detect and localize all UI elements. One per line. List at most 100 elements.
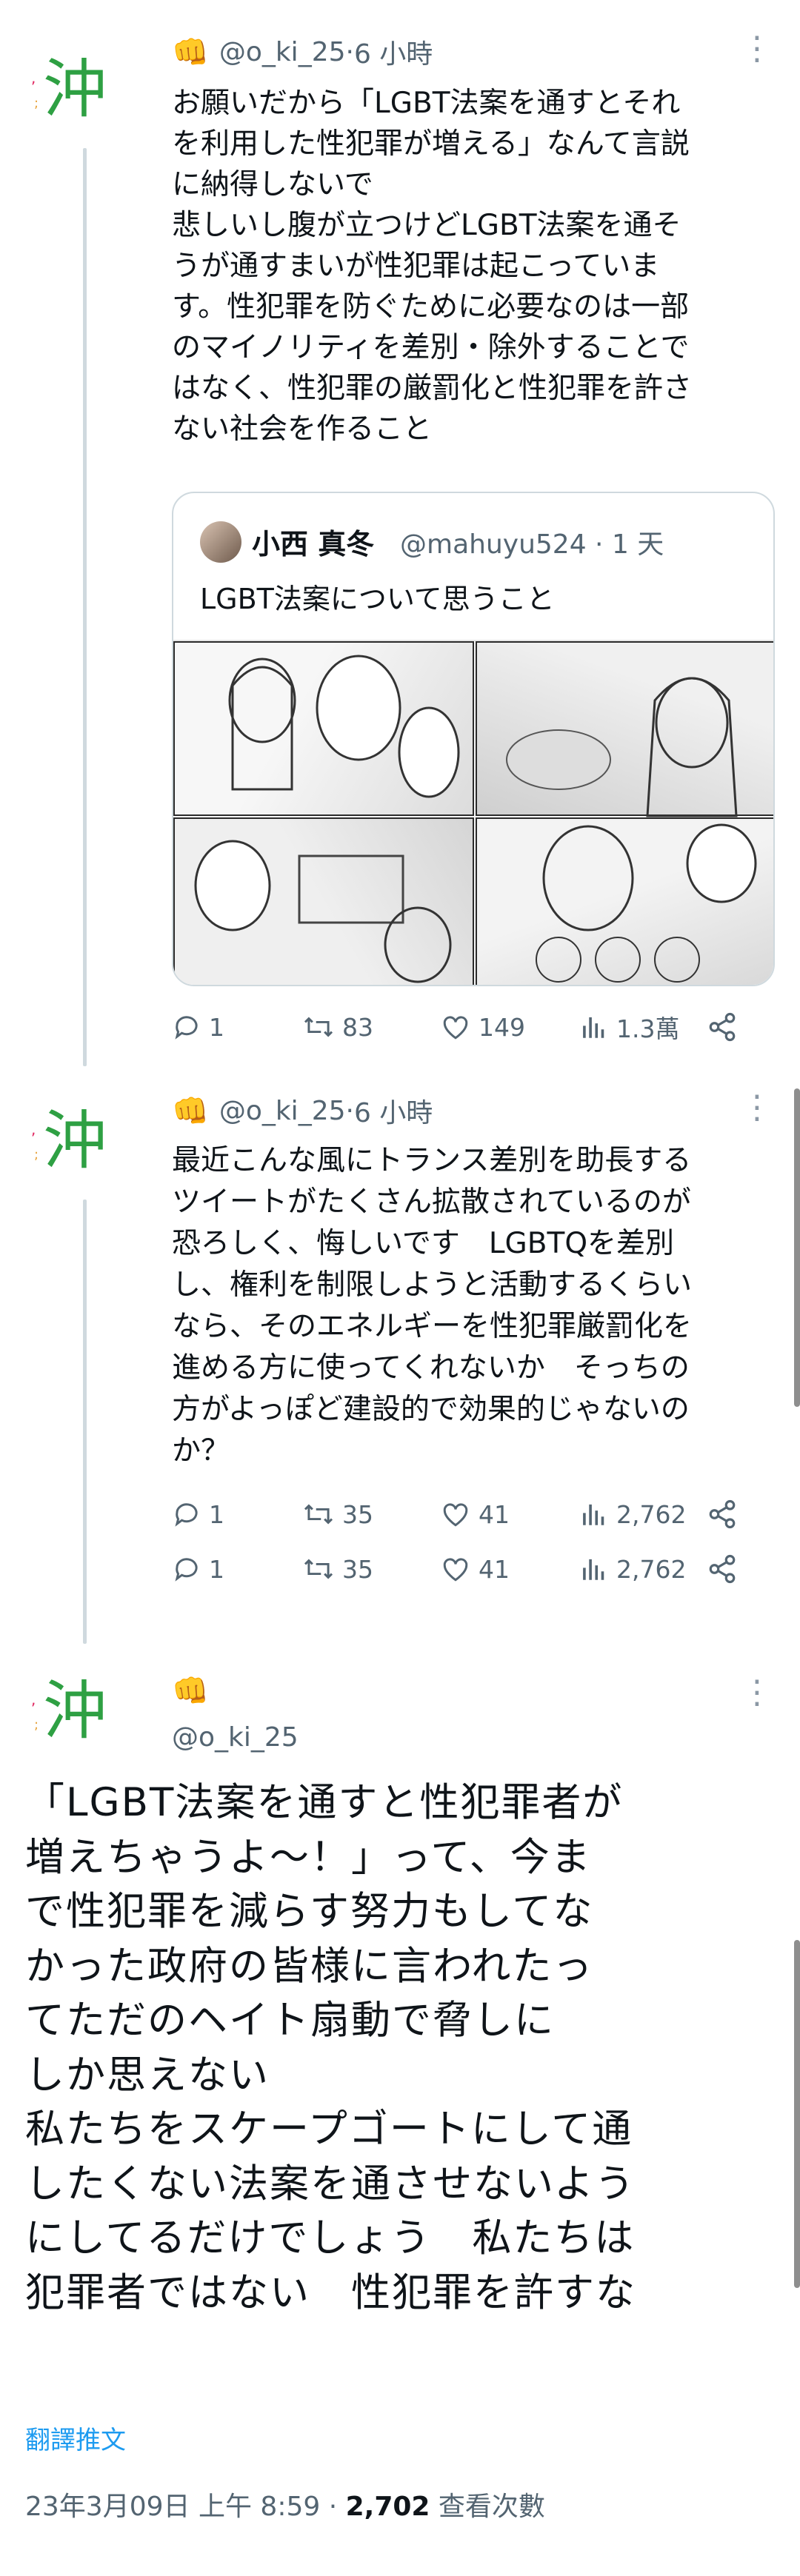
scrollbar[interactable]	[794, 1940, 800, 2288]
quoted-text: LGBT法案について思うこと	[200, 583, 555, 615]
retweet-icon	[304, 1017, 333, 1037]
tweet-text: お願いだから「LGBT法案を通すとそれ を利用した性犯罪が増える」なんて言説 に…	[172, 87, 693, 446]
tweet-1[interactable]: 沖 , ; 👊 @o_ki_25 · 6 小時 ⋮ お願いだから「LGBT法案を…	[0, 0, 800, 1066]
thread-line	[83, 148, 87, 1066]
tweet-header: 👊 @o_ki_25 · 6 小時	[172, 33, 433, 71]
manga-sketch	[194, 655, 757, 983]
svg-text:;: ;	[34, 1717, 39, 1733]
heart-icon	[443, 1558, 468, 1582]
tweet-2[interactable]: 沖 , ; 👊 @o_ki_25 · 6 小時 ⋮ 最近こんな風にトランス差別を…	[0, 1081, 800, 1644]
avatar-okinawa-icon: 沖 , ;	[31, 1674, 107, 1748]
reply-count: 1	[209, 1499, 224, 1529]
views-button[interactable]: 2,762	[579, 1500, 686, 1529]
share-icon	[709, 1554, 736, 1584]
thread-line	[83, 1200, 87, 1644]
more-options-icon[interactable]: ⋮	[741, 30, 775, 67]
separator: ·	[345, 36, 354, 67]
views-count: 2,702	[345, 2492, 430, 2522]
views-icon	[583, 1017, 604, 1038]
share-icon	[709, 1499, 736, 1529]
tweet-timestamp[interactable]: 23年3月09日 上午 8:59 ·	[25, 2492, 346, 2522]
heart-icon	[443, 1503, 468, 1527]
separator: ·	[345, 1095, 354, 1126]
reply-icon	[175, 1503, 198, 1527]
retweet-icon	[304, 1504, 333, 1525]
view-count: 2,762	[616, 1499, 687, 1529]
svg-text:沖: 沖	[43, 53, 107, 127]
svg-text:,: ,	[31, 1690, 36, 1708]
retweet-button[interactable]: 35	[302, 1555, 373, 1584]
tweet-actions-duplicate: 1 35 41 2,762	[172, 1550, 779, 1588]
main-tweet[interactable]: 沖 , ; 👊 @o_ki_25 ⋮ 「LGBT法案を通すと性犯罪者が 増えちゃ…	[0, 1651, 800, 2576]
share-button[interactable]	[707, 1499, 745, 1530]
retweet-count: 35	[342, 1554, 373, 1584]
quoted-name[interactable]: 小西 真冬	[252, 521, 374, 562]
retweet-button[interactable]: 83	[302, 1013, 373, 1042]
avatar[interactable]: 沖 , ;	[27, 1659, 110, 1762]
reply-button[interactable]: 1	[172, 1013, 224, 1042]
more-options-icon[interactable]: ⋮	[741, 1673, 775, 1711]
like-button[interactable]: 149	[440, 1013, 525, 1042]
share-button[interactable]	[707, 1011, 745, 1043]
avatar-okinawa-icon: 沖 , ;	[31, 1104, 107, 1178]
quoted-avatar[interactable]	[200, 521, 241, 563]
fist-icon: 👊	[172, 1094, 209, 1128]
like-count: 41	[479, 1499, 510, 1529]
share-button[interactable]	[707, 1553, 745, 1585]
more-options-icon[interactable]: ⋮	[741, 1088, 775, 1126]
retweet-button[interactable]: 35	[302, 1500, 373, 1529]
avatar[interactable]: 沖 , ;	[27, 37, 110, 141]
reply-button[interactable]: 1	[172, 1500, 224, 1529]
avatar-okinawa-icon: 沖 , ;	[31, 53, 107, 127]
avatar[interactable]: 沖 , ;	[27, 1088, 110, 1192]
main-tweet-handle[interactable]: @o_ki_25	[172, 1722, 299, 1753]
retweet-count: 83	[342, 1012, 373, 1042]
retweet-icon	[304, 1559, 333, 1579]
reply-button[interactable]: 1	[172, 1555, 224, 1584]
tweet-time[interactable]: 6 小時	[354, 1091, 433, 1130]
retweet-count: 35	[342, 1499, 373, 1529]
fist-icon: 👊	[172, 1674, 209, 1708]
like-button[interactable]: 41	[440, 1555, 510, 1584]
views-icon	[583, 1504, 604, 1525]
author-handle[interactable]: @o_ki_25	[219, 37, 346, 67]
reply-icon	[175, 1558, 198, 1582]
svg-text:沖: 沖	[43, 1674, 107, 1748]
author-handle[interactable]: @o_ki_25	[219, 1096, 346, 1126]
tweet-actions: 1 35 41 2,762	[172, 1496, 779, 1533]
reply-count: 1	[209, 1554, 224, 1584]
view-count: 1.3萬	[616, 1014, 680, 1043]
svg-text:,: ,	[31, 1120, 36, 1138]
heart-icon	[443, 1016, 468, 1040]
translate-tweet-link[interactable]: 翻譯推文	[25, 2420, 126, 2456]
views-button[interactable]: 1.3萬	[579, 1009, 679, 1045]
quoted-tweet[interactable]: 小西 真冬 @mahuyu524 · 1 天 LGBT法案について思うこと	[172, 492, 775, 986]
view-count: 2,762	[616, 1554, 687, 1584]
views-label: 查看次數	[430, 2492, 545, 2522]
quoted-handle: @mahuyu524	[400, 529, 587, 560]
manga-image-grid[interactable]	[173, 640, 773, 985]
tweet-header: 👊 @o_ki_25 · 6 小時	[172, 1091, 433, 1130]
tweet-time[interactable]: 6 小時	[354, 33, 433, 71]
like-count: 41	[479, 1554, 510, 1584]
like-button[interactable]: 41	[440, 1500, 510, 1529]
separator: ·	[586, 529, 612, 560]
svg-text:沖: 沖	[43, 1104, 107, 1178]
fist-icon: 👊	[172, 35, 209, 70]
share-icon	[709, 1012, 736, 1042]
tweet-metadata: 23年3月09日 上午 8:59 · 2,702 查看次數	[25, 2485, 545, 2523]
scrollbar[interactable]	[794, 1088, 800, 1407]
tweet-actions: 1 83 149 1.3萬	[172, 1008, 779, 1046]
svg-text:,: ,	[31, 69, 36, 87]
views-button[interactable]: 2,762	[579, 1555, 686, 1584]
svg-text:;: ;	[34, 96, 39, 111]
author-handle[interactable]: @o_ki_25	[172, 1722, 299, 1753]
views-icon	[583, 1559, 604, 1580]
like-count: 149	[479, 1012, 525, 1042]
quoted-time: 1 天	[611, 529, 664, 560]
main-tweet-text: 「LGBT法案を通すと性犯罪者が 増えちゃうよ〜！」って、今ま で性犯罪を減らす…	[25, 1780, 636, 2315]
main-tweet-name[interactable]: 👊	[172, 1673, 219, 1708]
quoted-handle-line: @mahuyu524 · 1 天	[400, 523, 664, 561]
reply-icon	[175, 1016, 198, 1040]
tweet-text: 最近こんな風にトランス差別を助長する ツイートがたくさん拡散されているのが 恐ろ…	[172, 1144, 693, 1468]
